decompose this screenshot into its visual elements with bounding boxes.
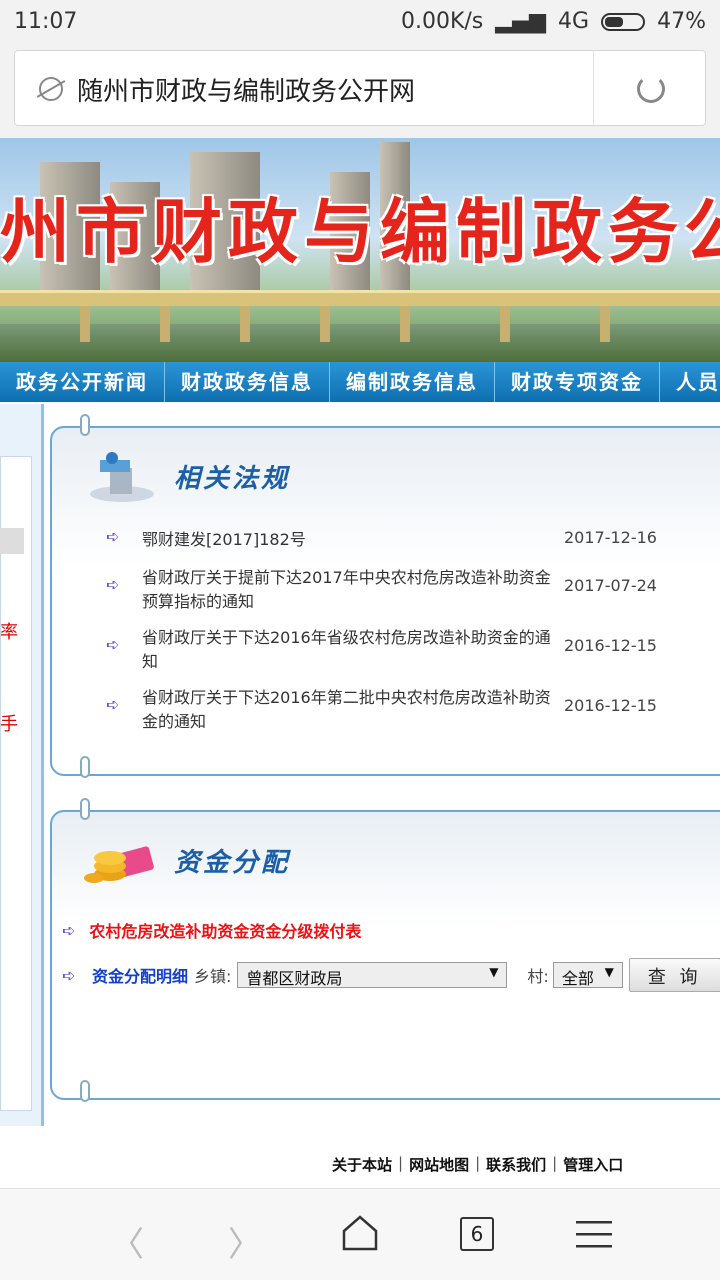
nav-item-special-funds[interactable]: 财政专项资金 (495, 362, 660, 402)
page-url-title[interactable]: 随州市财政与编制政务公开网 (77, 71, 415, 108)
bridge-pillar (320, 306, 330, 342)
regulation-date: 2017-07-24 (564, 576, 657, 595)
bridge-pillar (240, 306, 250, 342)
status-bar: 11:07 0.00K/s ▂▄▆ 4G 47% (0, 0, 720, 44)
village-select-value: 全部 (561, 969, 594, 988)
sidebar-text-1[interactable]: 率 (0, 618, 18, 644)
binder-ring-icon (80, 414, 90, 436)
bridge (0, 290, 720, 306)
back-icon[interactable]: 〈 (110, 1217, 144, 1266)
network-speed: 0.00K/s (400, 9, 484, 34)
binder-ring-icon (80, 756, 90, 778)
fund-table-link[interactable]: ➪ 农村危房改造补助资金资金分级拨付表 (62, 918, 361, 942)
regulation-date: 2016-12-15 (564, 636, 657, 655)
fund-detail-link[interactable]: 资金分配明细 (92, 963, 188, 987)
bridge-pillar (600, 306, 610, 342)
regulation-link[interactable]: 省财政厅关于提前下达2017年中央农村危房改造补助资金预算指标的通知 (142, 566, 552, 614)
battery-level: 47% (657, 9, 706, 34)
fund-detail-row: ➪ 资金分配明细 乡镇: 曾都区财政局 ▼ 村: 全部 ▼ 查 询 (62, 958, 720, 992)
bridge-pillar (160, 306, 170, 342)
bridge-pillar (500, 306, 510, 342)
footer-sitemap-link[interactable]: 网站地图 (409, 1154, 469, 1175)
nav-item-personnel[interactable]: 人员 (660, 362, 720, 402)
reload-icon[interactable] (637, 75, 665, 103)
funds-panel: 资金分配 ➪ 农村危房改造补助资金资金分级拨付表 ➪ 资金分配明细 乡镇: 曾都… (50, 798, 720, 1102)
battery-icon (601, 12, 646, 31)
nav-item-staffing-info[interactable]: 编制政务信息 (330, 362, 495, 402)
address-divider (593, 51, 594, 127)
status-right: 0.00K/s ▂▄▆ 4G 47% (401, 9, 706, 34)
footer-contact-link[interactable]: 联系我们 (486, 1154, 546, 1175)
village-select[interactable]: 全部 ▼ (552, 962, 623, 988)
menu-icon[interactable] (576, 1219, 612, 1251)
coins-icon (84, 846, 154, 883)
signal-icon: ▂▄▆ (495, 9, 547, 34)
site-banner: 州市财政与编制政务公开 (0, 138, 720, 362)
nav-item-news[interactable]: 政务公开新闻 (0, 362, 165, 402)
regulation-date: 2016-12-15 (564, 696, 657, 715)
regulation-date: 2017-12-16 (564, 528, 657, 547)
forward-icon[interactable]: 〉 (228, 1217, 262, 1266)
footer-about-link[interactable]: 关于本站 (332, 1154, 392, 1175)
arrow-icon: ➪ (62, 965, 76, 985)
township-label: 乡镇: (194, 967, 232, 986)
arrow-icon: ➪ (62, 920, 76, 940)
sidebar-bar (0, 528, 24, 554)
network-type: 4G (558, 9, 590, 34)
funds-title: 资金分配 (174, 848, 291, 878)
footer-separator: | (398, 1154, 404, 1172)
address-bar[interactable]: 随州市财政与编制政务公开网 (14, 50, 706, 127)
main-nav: 政务公开新闻 财政政务信息 编制政务信息 财政专项资金 人员 (0, 362, 720, 402)
village-label: 村: (527, 967, 549, 986)
sidebar-text-2[interactable]: 手 (0, 710, 18, 736)
query-button[interactable]: 查 询 (628, 958, 720, 992)
arrow-icon: ➪ (106, 527, 120, 546)
binder-ring-icon (80, 798, 90, 820)
regulation-link[interactable]: 省财政厅关于下达2016年省级农村危房改造补助资金的通知 (142, 626, 552, 674)
bridge-pillar (400, 306, 410, 342)
binder-ring-icon (80, 1080, 90, 1102)
dropdown-arrow-icon: ▼ (604, 965, 614, 979)
footer-links: 关于本站 | 网站地图 | 联系我们 | 管理入口 (332, 1154, 623, 1175)
footer-separator: | (475, 1154, 481, 1172)
banner-title: 州市财政与编制政务公开 (0, 190, 720, 273)
home-icon[interactable] (340, 1213, 380, 1253)
arrow-icon: ➪ (106, 575, 120, 594)
status-time: 11:07 (14, 9, 78, 34)
dropdown-arrow-icon: ▼ (489, 965, 499, 979)
footer-separator: | (552, 1154, 558, 1172)
regulation-link[interactable]: 鄂财建发[2017]182号 (142, 528, 552, 552)
township-select-value: 曾都区财政局 (246, 969, 343, 988)
globe-icon (39, 77, 63, 101)
regulations-title: 相关法规 (174, 464, 291, 494)
bridge-pillar (80, 306, 90, 342)
township-select[interactable]: 曾都区财政局 ▼ (237, 962, 508, 988)
left-sidebar: 率 手 (0, 404, 44, 1126)
regulation-link[interactable]: 省财政厅关于下达2016年第二批中央农村危房改造补助资金的通知 (142, 686, 552, 734)
sidebar-box (0, 456, 32, 1111)
nav-item-finance-info[interactable]: 财政政务信息 (165, 362, 330, 402)
tabs-count-button[interactable]: 6 (460, 1217, 494, 1251)
arrow-icon: ➪ (106, 635, 120, 654)
footer-admin-link[interactable]: 管理入口 (563, 1154, 623, 1175)
browser-toolbar: 随州市财政与编制政务公开网 (0, 44, 720, 138)
river (0, 324, 720, 362)
regulations-panel: 相关法规 ➪ 鄂财建发[2017]182号 2017-12-16 ➪ 省财政厅关… (50, 414, 720, 778)
fund-table-link-text[interactable]: 农村危房改造补助资金资金分级拨付表 (89, 918, 361, 942)
arrow-icon: ➪ (106, 695, 120, 714)
podium-icon (90, 452, 154, 502)
browser-bottom-bar: 〈 〉 6 (0, 1188, 720, 1280)
